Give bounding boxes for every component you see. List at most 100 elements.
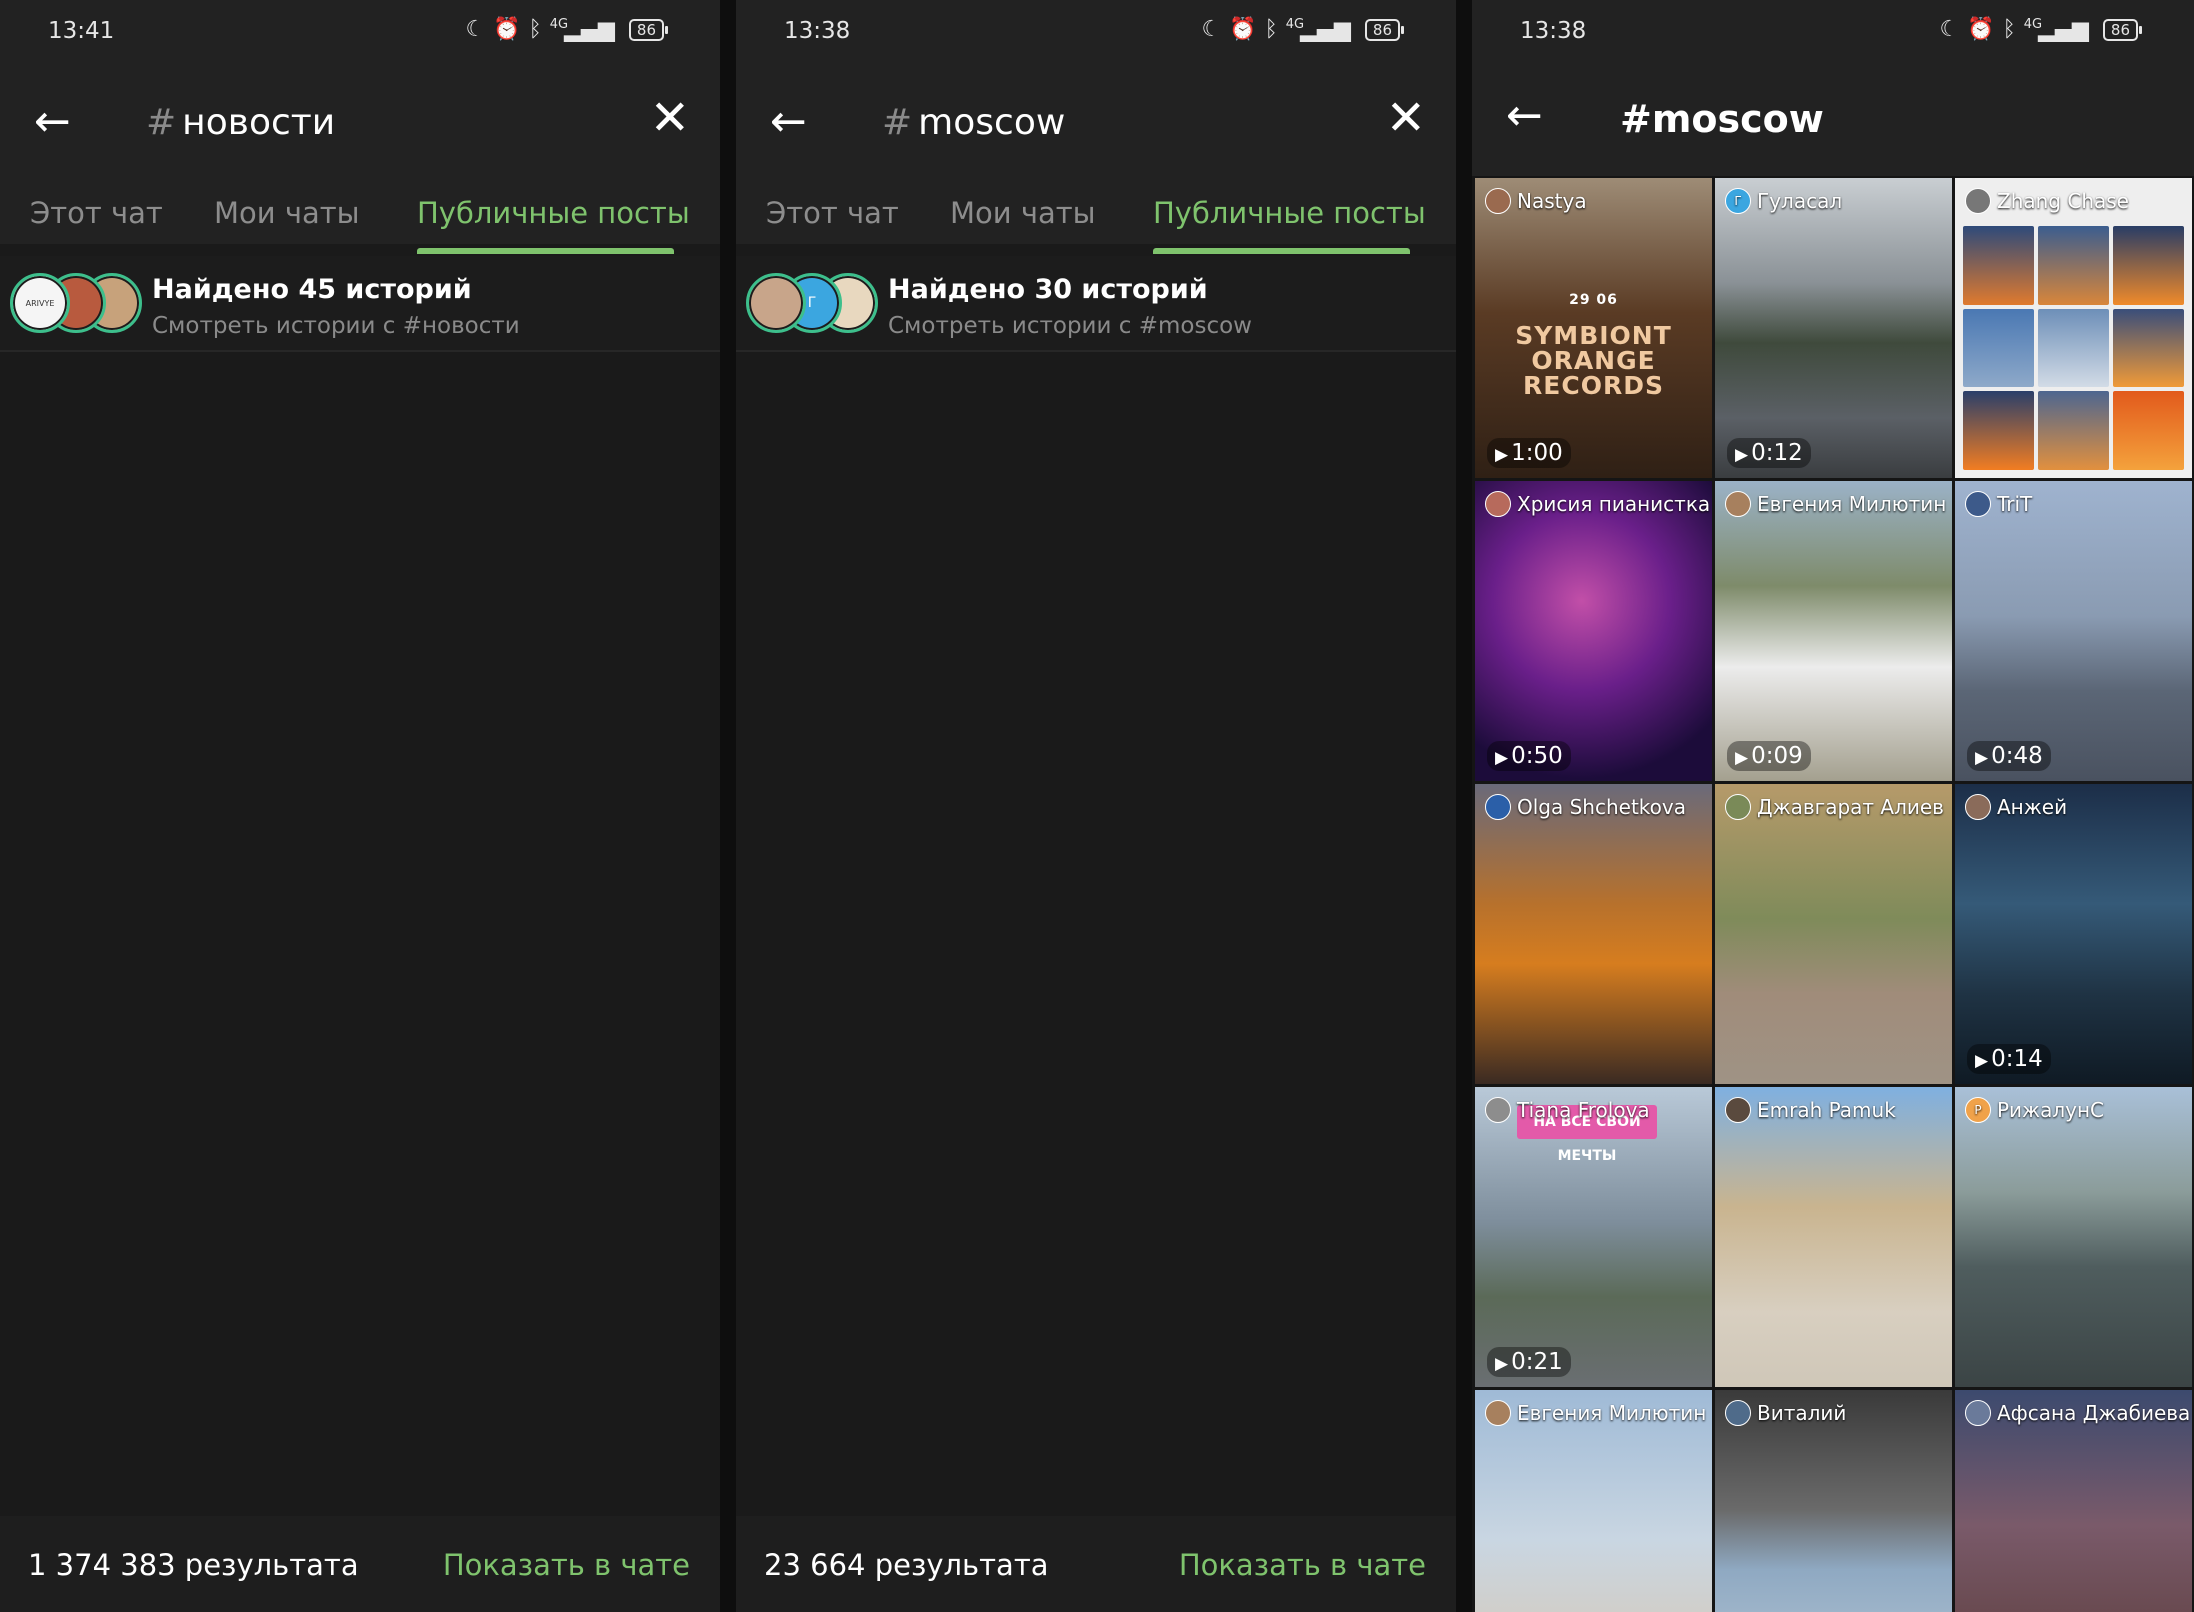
story-duration: ▶ 0:21 [1487, 1347, 1571, 1377]
stories-grid: 29 06 SYMBIONT ORANGE RECORDS Nastya ▶ 1:… [1475, 178, 2194, 1612]
hashtag-stories-screen: 13:38 ☾ ⏰ ᛒ 4G▂▄▆ 86 ← #moscow 29 06 SYM… [1472, 0, 2194, 1612]
bluetooth-icon: ᛒ [2002, 17, 2016, 43]
story-tile[interactable]: 29 06 SYMBIONT ORANGE RECORDS Nastya ▶ 1:… [1475, 178, 1712, 478]
story-tile[interactable]: Виталий [1715, 1390, 1952, 1612]
story-author: Евгения Милютин [1485, 1400, 1706, 1426]
avatar [1725, 794, 1751, 820]
signal-icon: 4G▂▄▆ [1285, 17, 1351, 43]
story-tile[interactable]: Хрисия пианистка ▶ 0:50 [1475, 481, 1712, 781]
story-tile[interactable]: Г Гуласал ▶ 0:12 [1715, 178, 1952, 478]
avatar [1965, 491, 1991, 517]
avatar [1725, 1400, 1751, 1426]
stories-result-row[interactable]: ARIVYE Найдено 45 историй Смотреть истор… [0, 256, 720, 352]
search-header: ← # новости ✕ Этот чат Мои чаты Публичные… [0, 64, 720, 254]
arrow-left-icon[interactable]: ← [34, 100, 71, 144]
story-avatars: Г [746, 273, 878, 333]
play-icon: ▶ [1495, 445, 1509, 465]
stories-result-row[interactable]: Г Найдено 30 историй Смотреть истории с … [736, 256, 1456, 352]
arrow-left-icon[interactable]: ← [770, 100, 807, 144]
avatar [1965, 794, 1991, 820]
avatar: Г [1725, 188, 1751, 214]
story-tile[interactable]: Olga Shchetkova [1475, 784, 1712, 1084]
avatar [1965, 1400, 1991, 1426]
bluetooth-icon: ᛒ [1264, 17, 1278, 43]
story-tile[interactable]: Р РижалунС [1955, 1087, 2192, 1387]
play-icon: ▶ [1735, 748, 1749, 768]
search-input[interactable]: # новости [146, 102, 335, 143]
status-bar: 13:41 ☾ ⏰ ᛒ 4G▂▄▆ 86 [0, 0, 720, 64]
search-header: ← # moscow ✕ Этот чат Мои чаты Публичные … [736, 64, 1456, 254]
result-subtitle: Смотреть истории с #новости [152, 313, 520, 339]
results-count: 1 374 383 результата [28, 1548, 359, 1582]
page-title: #moscow [1620, 97, 1824, 141]
avatar [1965, 188, 1991, 214]
story-author: Виталий [1725, 1400, 1846, 1426]
show-in-chat-button[interactable]: Показать в чате [443, 1548, 690, 1582]
story-tile[interactable]: Zhang Chase [1955, 178, 2192, 478]
story-tile[interactable]: НА ВСЕ СВОИ МЕЧТЫ Tiana Frolova ▶ 0:21 [1475, 1087, 1712, 1387]
bottom-bar: 23 664 результата Показать в чате [736, 1516, 1456, 1612]
play-icon: ▶ [1495, 748, 1509, 768]
search-screen-novosti: 13:41 ☾ ⏰ ᛒ 4G▂▄▆ 86 ← # новости ✕ Этот ч… [0, 0, 720, 1612]
play-icon: ▶ [1495, 1354, 1509, 1374]
arrow-left-icon[interactable]: ← [1506, 94, 1543, 138]
story-author: Olga Shchetkova [1485, 794, 1686, 820]
story-tile[interactable]: Анжей ▶ 0:14 [1955, 784, 2192, 1084]
story-author: Tiana Frolova [1485, 1097, 1650, 1123]
story-author: Хрисия пианистка [1485, 491, 1710, 517]
result-title: Найдено 45 историй [152, 274, 472, 305]
moon-icon: ☾ [1939, 17, 1960, 43]
status-time: 13:38 [1520, 18, 1587, 44]
story-tile[interactable]: TriT ▶ 0:48 [1955, 481, 2192, 781]
story-author: Р РижалунС [1965, 1097, 2104, 1123]
story-tile[interactable]: Афсана Джабиева [1955, 1390, 2192, 1612]
story-author: Zhang Chase [1965, 188, 2129, 214]
status-icons: ☾ ⏰ ᛒ 4G▂▄▆ 86 [1201, 17, 1405, 43]
story-author: Nastya [1485, 188, 1587, 214]
alarm-icon: ⏰ [493, 17, 521, 43]
story-duration: ▶ 0:14 [1967, 1044, 2051, 1074]
battery-icon: 86 [628, 18, 669, 41]
tab-public-posts[interactable]: Публичные посты [1153, 196, 1426, 230]
play-icon: ▶ [1975, 1051, 1989, 1071]
story-duration: ▶ 1:00 [1487, 438, 1571, 468]
play-icon: ▶ [1975, 748, 1989, 768]
signal-icon: 4G▂▄▆ [2023, 17, 2089, 43]
story-duration: ▶ 0:50 [1487, 741, 1571, 771]
result-subtitle: Смотреть истории с #moscow [888, 313, 1252, 339]
results-count: 23 664 результата [764, 1548, 1049, 1582]
story-poster-text: 29 06 SYMBIONT ORANGE RECORDS [1515, 292, 1672, 400]
story-duration: ▶ 0:48 [1967, 741, 2051, 771]
tab-my-chats[interactable]: Мои чаты [214, 196, 360, 230]
tab-my-chats[interactable]: Мои чаты [950, 196, 1096, 230]
battery-icon: 86 [2102, 18, 2143, 41]
search-input[interactable]: # moscow [882, 102, 1065, 143]
status-icons: ☾ ⏰ ᛒ 4G▂▄▆ 86 [465, 17, 669, 43]
story-tile[interactable]: Евгения Милютин [1475, 1390, 1712, 1612]
signal-icon: 4G▂▄▆ [549, 17, 615, 43]
tab-this-chat[interactable]: Этот чат [766, 196, 899, 230]
tab-public-posts[interactable]: Публичные посты [417, 196, 690, 230]
show-in-chat-button[interactable]: Показать в чате [1179, 1548, 1426, 1582]
alarm-icon: ⏰ [1967, 17, 1995, 43]
battery-icon: 86 [1364, 18, 1405, 41]
avatar: Р [1965, 1097, 1991, 1123]
close-icon[interactable]: ✕ [650, 94, 690, 142]
avatar [1725, 491, 1751, 517]
story-tile[interactable]: Emrah Pamuk [1715, 1087, 1952, 1387]
avatar: ARIVYE [10, 273, 70, 333]
avatar [1485, 491, 1511, 517]
status-time: 13:38 [784, 18, 851, 44]
moon-icon: ☾ [465, 17, 486, 43]
story-avatars: ARIVYE [10, 273, 142, 333]
story-tile[interactable]: Джавгарат Алиев [1715, 784, 1952, 1084]
story-author: Emrah Pamuk [1725, 1097, 1896, 1123]
active-tab-indicator [417, 248, 674, 254]
bluetooth-icon: ᛒ [528, 17, 542, 43]
close-icon[interactable]: ✕ [1386, 94, 1426, 142]
story-tile[interactable]: Евгения Милютин ▶ 0:09 [1715, 481, 1952, 781]
story-author: TriT [1965, 491, 2032, 517]
status-time: 13:41 [48, 18, 115, 44]
tab-this-chat[interactable]: Этот чат [30, 196, 163, 230]
story-author: Джавгарат Алиев [1725, 794, 1944, 820]
